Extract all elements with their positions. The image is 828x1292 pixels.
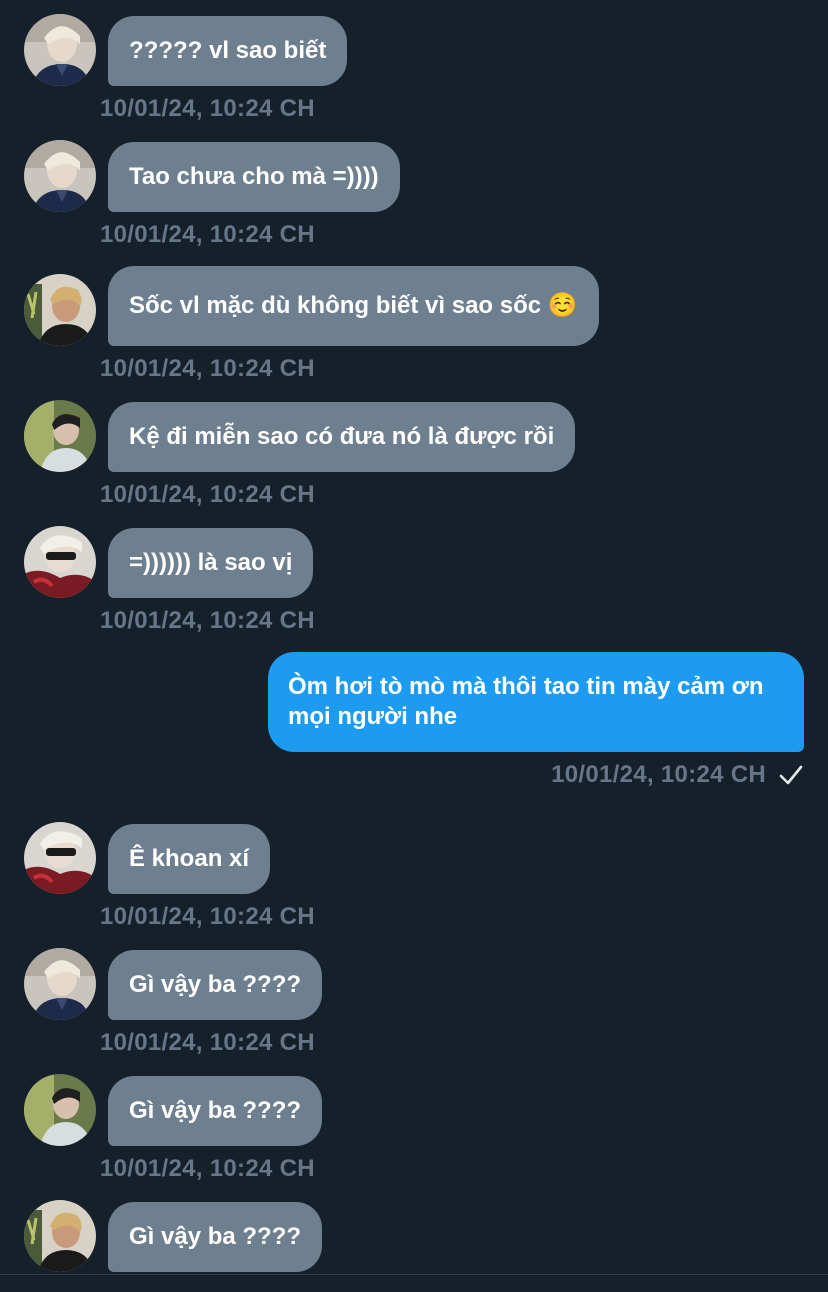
avatar[interactable]: [24, 1200, 96, 1272]
message-timestamp: 10/01/24, 10:24 CH: [100, 903, 315, 930]
message-timestamp: 10/01/24, 10:24 CH: [100, 481, 315, 508]
message-bubble[interactable]: Kệ đi miễn sao có đưa nó là được rồi: [108, 402, 576, 472]
message-timestamp: 10/01/24, 10:24 CH: [100, 355, 315, 382]
message-bubble[interactable]: Sốc vl mặc dù không biết vì sao sốc ☺️: [108, 266, 599, 346]
message-bubble[interactable]: Gì vậy ba ????: [108, 950, 323, 1020]
avatar[interactable]: [24, 822, 96, 894]
message-timestamp: 10/01/24, 10:24 CH: [100, 607, 315, 634]
message-timestamp: 10/01/24, 10:24 CH: [100, 221, 315, 248]
avatar[interactable]: [24, 400, 96, 472]
avatar[interactable]: [24, 274, 96, 346]
message-bubble-own[interactable]: Òm hơi tò mò mà thôi tao tin mày cảm ơn …: [268, 652, 804, 752]
message-bubble[interactable]: Ê khoan xí: [108, 824, 271, 894]
checkmark-icon: [779, 765, 803, 785]
message-bubble[interactable]: Gì vậy ba ????: [108, 1076, 323, 1146]
message-timestamp: 10/01/24, 10:24 CH: [100, 1155, 315, 1182]
divider: [0, 1274, 828, 1275]
avatar[interactable]: [24, 140, 96, 212]
message-bubble[interactable]: ????? vl sao biết: [108, 16, 348, 86]
avatar[interactable]: [24, 14, 96, 86]
avatar[interactable]: [24, 526, 96, 598]
message-timestamp: 10/01/24, 10:24 CH: [551, 761, 766, 788]
message-timestamp: 10/01/24, 10:24 CH: [100, 1029, 315, 1056]
message-bubble[interactable]: Gì vậy ba ????: [108, 1202, 323, 1272]
message-timestamp: 10/01/24, 10:24 CH: [100, 95, 315, 122]
message-bubble[interactable]: =)))))) là sao vị: [108, 528, 314, 598]
avatar[interactable]: [24, 948, 96, 1020]
conversation-thread: ????? vl sao biết 10/01/24, 10:24 CH Tao…: [0, 0, 828, 1292]
message-bubble[interactable]: Tao chưa cho mà =)))): [108, 142, 400, 212]
avatar[interactable]: [24, 1074, 96, 1146]
